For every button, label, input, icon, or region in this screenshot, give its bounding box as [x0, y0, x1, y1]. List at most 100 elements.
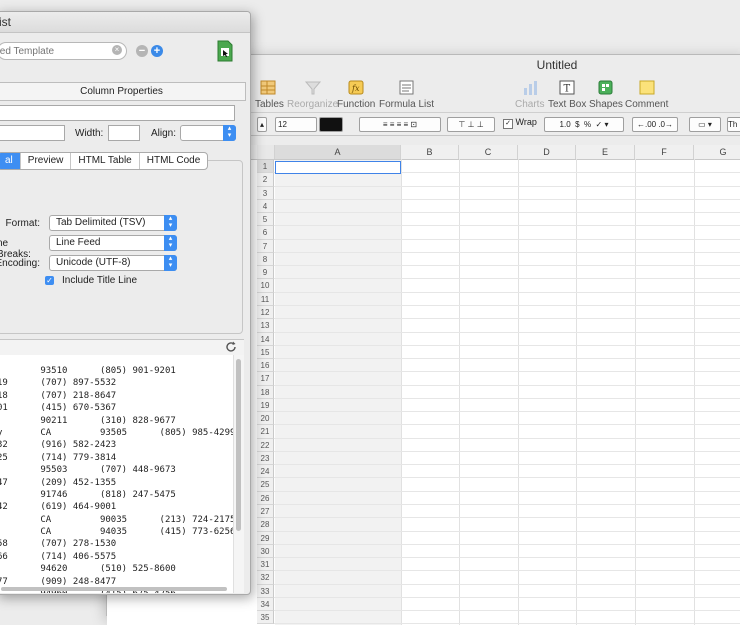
selected-cell-a1[interactable] [275, 161, 401, 174]
funnel-icon [304, 81, 321, 95]
font-stepper[interactable]: ▴ [257, 117, 267, 132]
text-box-button[interactable]: T Text Box [548, 79, 586, 110]
export-output-text[interactable]: 93510 (805) 901-9201 19 (707) 897-5532 18 … [0, 355, 233, 593]
row-header[interactable]: 24 [257, 465, 274, 479]
tab-general[interactable]: al [0, 153, 21, 169]
column-header-f[interactable]: F [635, 145, 694, 159]
vertical-align-buttons[interactable]: ⊤ ⊥ ⊥ [447, 117, 495, 132]
scrollbar-thumb[interactable] [236, 359, 241, 531]
output-vertical-scrollbar[interactable] [233, 355, 244, 593]
row-header[interactable]: 28 [257, 518, 274, 532]
template-search-field[interactable]: × [0, 42, 127, 60]
row-header[interactable]: 3 [257, 186, 274, 200]
number-format-buttons[interactable]: 1.0 $ % ✓ ▾ [544, 117, 624, 132]
row-header[interactable]: 7 [257, 239, 274, 253]
output-line: 66 (714) 406-5575 [0, 551, 117, 562]
row-header[interactable]: 8 [257, 252, 274, 267]
shapes-button[interactable]: Shapes [589, 79, 623, 110]
row-header[interactable]: 10 [257, 279, 274, 293]
corner-cell[interactable] [257, 145, 275, 159]
column-title-input[interactable] [0, 125, 65, 141]
column-header-d[interactable]: D [518, 145, 576, 159]
row-header[interactable]: 18 [257, 385, 274, 399]
encoding-select[interactable]: Unicode (UTF-8) ▴ ▾ [49, 255, 177, 271]
row-header[interactable]: 17 [257, 372, 274, 386]
charts-button[interactable]: Charts [515, 79, 544, 110]
remove-template-icon[interactable]: − [136, 45, 148, 57]
grid-line [274, 331, 740, 333]
align-select[interactable]: ▴ ▾ [180, 125, 236, 141]
wrap-checkbox[interactable]: ✓ [503, 119, 513, 129]
row-header[interactable]: 1 [257, 160, 274, 174]
grid-line [274, 464, 740, 466]
clear-icon[interactable]: × [112, 45, 122, 55]
column-properties-header: Column Properties [0, 82, 246, 101]
font-size-select[interactable]: 12 [275, 117, 317, 132]
reorganize-button[interactable]: Reorganize [287, 79, 338, 110]
column-header-b[interactable]: B [401, 145, 459, 159]
row-header[interactable]: 4 [257, 199, 274, 214]
row-header[interactable]: 29 [257, 531, 274, 545]
wrap-toggle[interactable]: ✓ Wrap [503, 117, 537, 129]
column-header-c[interactable]: C [459, 145, 518, 159]
row-header[interactable]: 26 [257, 491, 274, 506]
row-header[interactable]: 34 [257, 597, 274, 612]
add-template-icon[interactable]: + [151, 45, 163, 57]
border-select[interactable]: ▭ ▾ [689, 117, 721, 132]
theme-select[interactable]: Th [727, 117, 740, 132]
row-header[interactable]: 35 [257, 611, 274, 625]
line-breaks-label: ne Breaks: [0, 238, 31, 260]
panel-titlebar[interactable]: ist [0, 12, 250, 33]
tables-button[interactable]: Tables [255, 79, 284, 110]
row-header[interactable]: 11 [257, 292, 274, 306]
row-header[interactable]: 6 [257, 226, 274, 240]
row-header[interactable]: 30 [257, 544, 274, 559]
refresh-icon[interactable] [225, 341, 237, 353]
column-header-g[interactable]: G [694, 145, 740, 159]
width-label: Width: [75, 128, 104, 139]
row-header[interactable]: 21 [257, 425, 274, 439]
tab-html-table[interactable]: HTML Table [71, 153, 140, 169]
function-button[interactable]: fx Function [337, 79, 375, 110]
tab-html-code[interactable]: HTML Code [140, 153, 208, 169]
formula-list-button[interactable]: Formula List [379, 79, 434, 110]
row-header[interactable]: 33 [257, 584, 274, 598]
row-header[interactable]: 27 [257, 505, 274, 519]
row-header[interactable]: 2 [257, 173, 274, 187]
row-header[interactable]: 25 [257, 478, 274, 492]
row-header[interactable]: 9 [257, 266, 274, 280]
row-header[interactable]: 13 [257, 319, 274, 333]
row-header[interactable]: 22 [257, 438, 274, 452]
template-search-input[interactable] [0, 43, 102, 59]
output-horizontal-scrollbar[interactable] [1, 587, 227, 591]
row-header[interactable]: 31 [257, 558, 274, 572]
grid-line [274, 371, 740, 373]
tab-preview[interactable]: Preview [21, 153, 72, 169]
row-header[interactable]: 19 [257, 398, 274, 413]
alignment-buttons[interactable]: ≡ ≡ ≡ ≡ ⊡ [359, 117, 441, 132]
grid-line [274, 517, 740, 519]
export-document-icon[interactable] [216, 40, 234, 62]
align-label: Align: [151, 128, 177, 139]
decimal-buttons[interactable]: ←.00 .0→ [632, 117, 678, 132]
column-name-input[interactable] [0, 105, 235, 121]
text-box-label: Text Box [548, 99, 587, 110]
row-header[interactable]: 20 [257, 412, 274, 426]
comment-button[interactable]: Comment [625, 79, 668, 110]
row-header[interactable]: 15 [257, 345, 274, 360]
row-header[interactable]: 16 [257, 359, 274, 373]
row-header[interactable]: 23 [257, 451, 274, 466]
text-color-well[interactable] [319, 117, 343, 132]
format-select[interactable]: Tab Delimited (TSV) ▴ ▾ [49, 215, 177, 231]
row-header[interactable]: 12 [257, 305, 274, 320]
width-input[interactable] [108, 125, 140, 141]
row-header[interactable]: 5 [257, 213, 274, 227]
output-line: 32 (916) 582-2423 [0, 440, 117, 451]
grid-line [401, 159, 402, 625]
row-header[interactable]: 32 [257, 571, 274, 585]
row-header[interactable]: 14 [257, 332, 274, 346]
column-header-e[interactable]: E [576, 145, 635, 159]
line-breaks-select[interactable]: Line Feed ▴ ▾ [49, 235, 177, 251]
include-title-checkbox[interactable]: ✓ [45, 276, 54, 285]
column-header-a[interactable]: A [275, 145, 401, 159]
